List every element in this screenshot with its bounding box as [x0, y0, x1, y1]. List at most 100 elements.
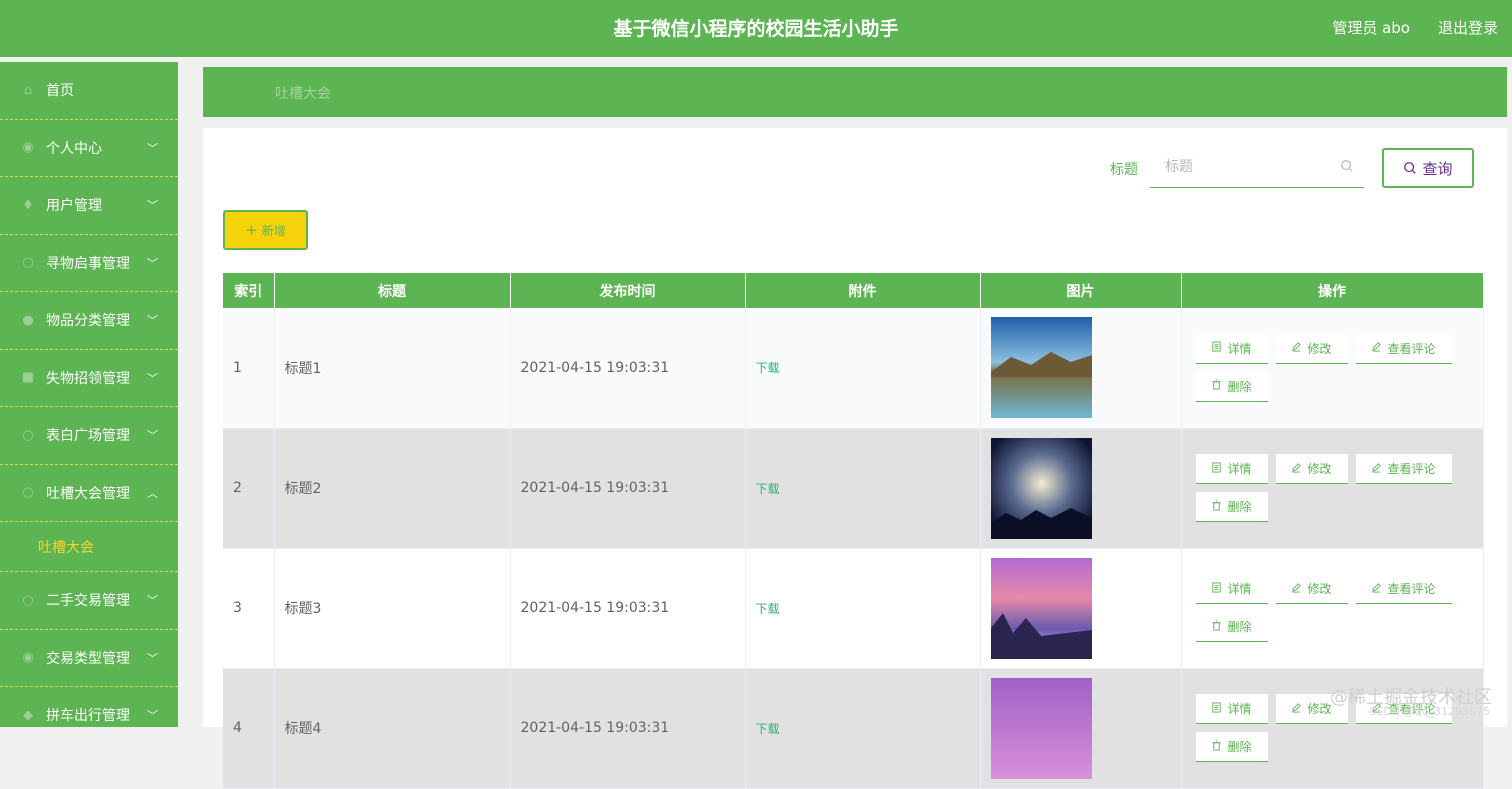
detail-button[interactable]: 详情 [1195, 694, 1268, 724]
sidebar-item-9[interactable]: ◉ 交易类型管理 ﹀ [0, 630, 178, 687]
sidebar-item-2[interactable]: ♦ 用户管理 ﹀ [0, 177, 178, 235]
edit-icon [1291, 582, 1307, 596]
chevron-down-icon: ﹀ [147, 429, 158, 443]
document-icon [1211, 341, 1227, 355]
plus-icon: + [245, 221, 258, 239]
user-icon: ◉ [22, 140, 34, 156]
chat-icon: ○ [22, 485, 34, 501]
col-header-title[interactable]: 标题 [274, 273, 511, 308]
delete-button[interactable]: 删除 [1195, 732, 1268, 762]
sidebar-item-3[interactable]: ○ 寻物启事管理 ﹀ [0, 235, 178, 292]
delete-button[interactable]: 删除 [1195, 371, 1268, 402]
edit-icon [1291, 341, 1307, 355]
sidebar-item-label: 拼车出行管理 [46, 708, 130, 725]
edit-icon [1291, 462, 1307, 476]
view-comments-button[interactable]: 查看评论 [1355, 454, 1452, 484]
cell-attachment: 下载 [745, 548, 981, 669]
table-row: 3 标题3 2021-04-15 19:03:31 下载 详情 修改 查看评论 … [223, 548, 1484, 669]
download-link[interactable]: 下载 [756, 602, 780, 616]
row-image[interactable] [990, 677, 1092, 779]
delete-button[interactable]: 删除 [1195, 612, 1268, 642]
add-button[interactable]: + 新增 [223, 210, 308, 250]
row-image[interactable] [990, 317, 1092, 419]
table-row: 1 标题1 2021-04-15 19:03:31 下载 详情 修改 查看评论 … [223, 308, 1484, 429]
heart-icon: ○ [22, 427, 34, 443]
current-user: 管理员 abo [1332, 19, 1410, 37]
home-icon: ⌂ [23, 82, 33, 98]
trash-icon [1211, 379, 1227, 393]
edit-button[interactable]: 修改 [1275, 454, 1348, 484]
edit-icon [1291, 702, 1307, 716]
sidebar-item-label: 首页 [46, 83, 74, 100]
logout-link[interactable]: 退出登录 [1438, 17, 1498, 38]
sidebar-item-1[interactable]: ◉ 个人中心 ﹀ [0, 120, 178, 177]
edit-button[interactable]: 修改 [1275, 333, 1348, 364]
download-link[interactable]: 下载 [756, 722, 780, 736]
sidebar-item-0[interactable]: ⌂ 首页 [0, 62, 178, 120]
row-image[interactable] [990, 437, 1092, 539]
sidebar-item-label: 个人中心 [46, 140, 102, 157]
sidebar-item-6[interactable]: ○ 表白广场管理 ﹀ [0, 407, 178, 465]
sidebar-subitem-active[interactable]: 吐槽大会 [0, 522, 178, 572]
search-icon [1404, 162, 1417, 174]
sidebar-item-7[interactable]: ○ 吐槽大会管理 ︿ [0, 465, 178, 522]
search-input[interactable] [1150, 148, 1330, 186]
detail-button[interactable]: 详情 [1195, 454, 1268, 484]
car-icon: ◆ [23, 707, 33, 723]
cell-image [980, 548, 1182, 669]
cell-attachment: 下载 [745, 308, 981, 429]
detail-button[interactable]: 详情 [1195, 333, 1268, 364]
trash-icon [1211, 499, 1227, 514]
detail-label: 详情 [1227, 582, 1252, 596]
query-button[interactable]: 查询 [1382, 148, 1474, 188]
col-header-time[interactable]: 发布时间 [510, 273, 746, 308]
delete-button[interactable]: 删除 [1195, 492, 1268, 522]
view-comments-button[interactable]: 查看评论 [1355, 574, 1452, 604]
delete-label: 删除 [1227, 620, 1252, 634]
sidebar-item-label: 失物招领管理 [46, 370, 130, 387]
cell-image [980, 668, 1182, 789]
chevron-down-icon: ﹀ [147, 371, 158, 385]
delete-label: 删除 [1227, 500, 1252, 514]
document-icon [1211, 701, 1227, 716]
cell-actions: 详情 修改 查看评论 删除 [1181, 548, 1484, 669]
col-header-attachment[interactable]: 附件 [745, 273, 981, 308]
view-comments-button[interactable]: 查看评论 [1355, 333, 1452, 364]
sidebar-item-5[interactable]: ■ 失物招领管理 ﹀ [0, 350, 178, 407]
cell-index: 2 [223, 428, 275, 549]
sidebar-item-4[interactable]: ● 物品分类管理 ﹀ [0, 292, 178, 350]
comments-label: 查看评论 [1387, 341, 1436, 356]
detail-label: 详情 [1227, 702, 1252, 716]
chevron-down-icon: ﹀ [147, 141, 158, 155]
detail-button[interactable]: 详情 [1195, 574, 1268, 604]
row-image[interactable] [990, 557, 1092, 659]
edit-label: 修改 [1307, 582, 1332, 596]
cell-title: 标题1 [274, 308, 511, 429]
edit-icon [1371, 582, 1387, 596]
sidebar-item-10[interactable]: ◆ 拼车出行管理 ﹀ [0, 687, 178, 727]
trash-icon [1211, 619, 1227, 634]
col-header-image[interactable]: 图片 [980, 273, 1182, 308]
sidebar-item-label: 表白广场管理 [46, 428, 130, 445]
cell-title: 标题4 [274, 668, 511, 789]
cell-time: 2021-04-15 19:03:31 [510, 548, 746, 669]
download-link[interactable]: 下载 [756, 361, 780, 375]
comments-label: 查看评论 [1387, 582, 1436, 596]
edit-label: 修改 [1307, 462, 1332, 476]
trash-icon [1211, 739, 1227, 754]
document-icon [1211, 581, 1227, 596]
cell-image [980, 428, 1182, 549]
users-icon: ♦ [22, 197, 34, 213]
chevron-down-icon: ﹀ [147, 709, 158, 723]
cell-time: 2021-04-15 19:03:31 [510, 428, 746, 549]
sidebar-item-label: 交易类型管理 [46, 650, 130, 667]
cell-actions: 详情 修改 查看评论 删除 [1181, 428, 1484, 549]
col-header-index[interactable]: 索引 [223, 273, 275, 308]
sidebar-item-8[interactable]: ○ 二手交易管理 ﹀ [0, 572, 178, 630]
sidebar-item-label: 寻物启事管理 [46, 255, 130, 272]
edit-button[interactable]: 修改 [1275, 574, 1348, 604]
cell-title: 标题2 [274, 428, 511, 549]
download-link[interactable]: 下载 [756, 482, 780, 496]
search-label: 标题 [1110, 162, 1138, 178]
search-icon: ○ [22, 255, 34, 271]
